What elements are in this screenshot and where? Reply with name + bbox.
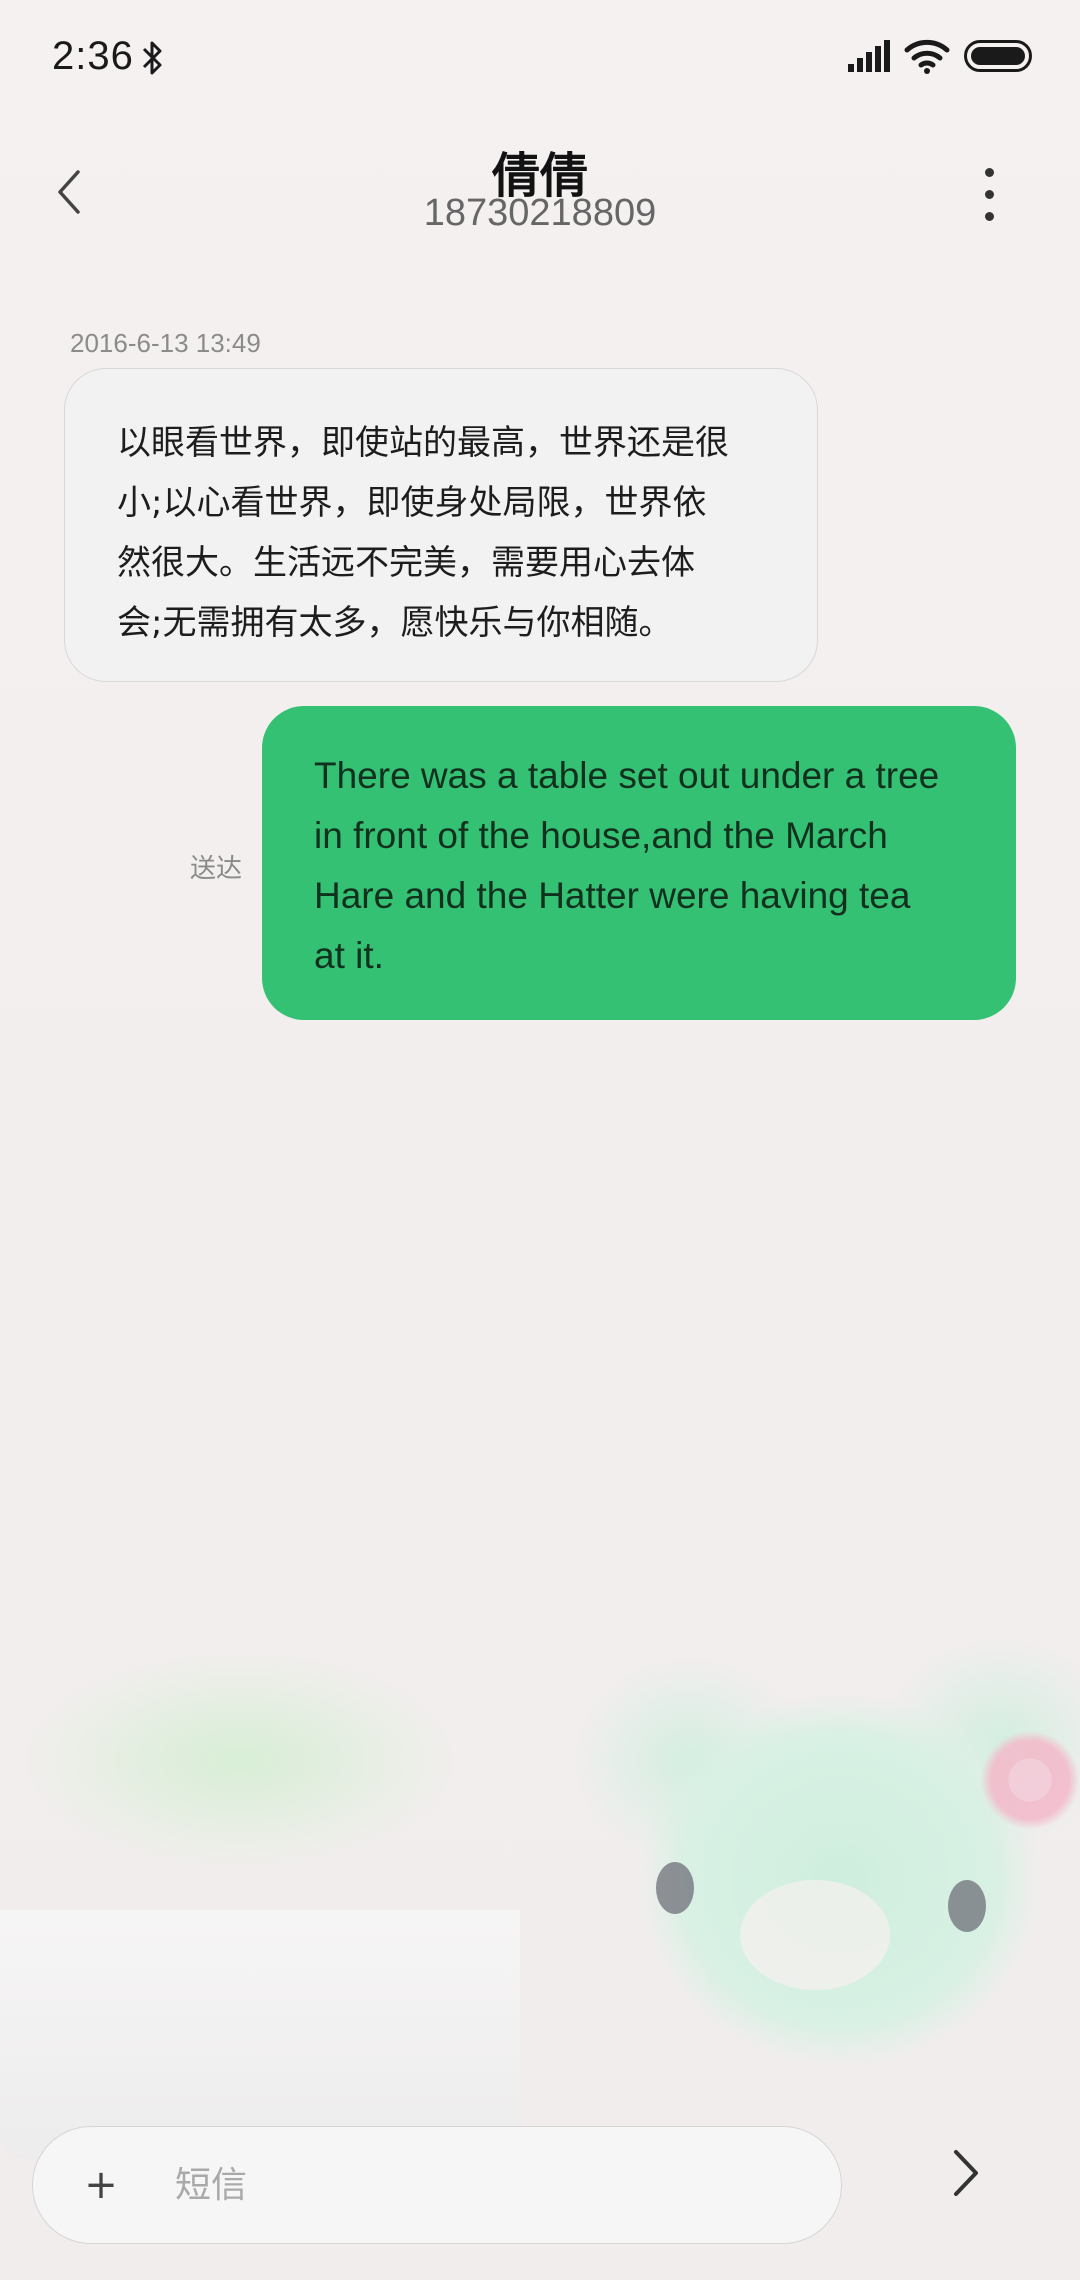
conversation-header: 倩倩 18730218809 [0,120,1080,270]
wallpaper-plush-snout [740,1880,890,1990]
message-composer: + [32,2126,842,2244]
message-line: 小;以心看世界，即使身处局限，世界依 [117,483,707,523]
more-vertical-icon[interactable] [970,160,1010,230]
message-line: at it. [314,935,384,976]
contact-phone-number: 18730218809 [423,192,657,234]
battery-icon [964,40,1032,72]
delivery-status: 送达 [190,854,243,884]
bluetooth-icon [142,41,162,75]
attach-plus-button[interactable]: + [73,2157,129,2213]
message-line: Hare and the Hatter were having tea [314,875,911,916]
wallpaper-plush-eye [656,1862,694,1914]
sms-input[interactable] [173,2149,797,2221]
message-line: in front of the house,and the March [314,815,888,856]
wallpaper-flower [980,1730,1080,1830]
outgoing-message-bubble[interactable]: There was a table set out under a tree i… [262,706,1016,1020]
wallpaper-plant-pot [0,1910,520,2160]
message-line: 以眼看世界，即使站的最高，世界还是很 [117,423,729,463]
message-line: There was a table set out under a tree [314,755,940,796]
incoming-message-bubble[interactable]: 以眼看世界，即使站的最高，世界还是很 小;以心看世界，即使身处局限，世界依 然很… [64,368,818,682]
message-line: 然很大。生活远不完美，需要用心去体 [117,543,695,583]
wallpaper-plush-eye [948,1880,986,1932]
message-line: 会;无需拥有太多，愿快乐与你相随。 [117,603,673,643]
message-timestamp: 2016-6-13 13:49 [70,328,261,358]
signal-icon [848,40,890,72]
status-time: 2:36 [52,34,134,78]
wifi-icon [904,39,950,74]
send-chevron-icon[interactable] [942,2138,990,2208]
status-bar: 2:36 [0,0,1080,120]
